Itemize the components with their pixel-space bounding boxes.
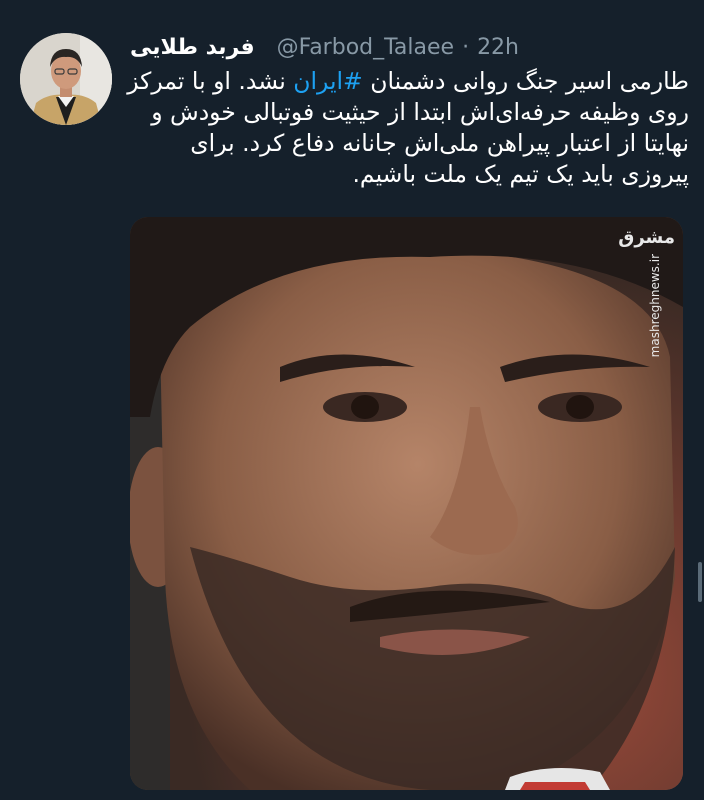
avatar-photo (20, 33, 112, 125)
watermark-url: mashreghnews.ir (648, 254, 662, 358)
watermark-logo: مشرق (618, 227, 675, 248)
hashtag-link[interactable]: #ایران (293, 67, 363, 95)
scrollbar[interactable] (698, 562, 702, 602)
avatar[interactable] (20, 33, 112, 125)
timestamp[interactable]: 22h (477, 35, 519, 60)
tweet-text-line-3: نهایتا از اعتبار پیراهن ملی‌اش جانانه دف… (190, 129, 689, 157)
tweet-text: طارمی اسیر جنگ روانی دشمنان #ایران نشد. … (120, 66, 689, 190)
text-segment: نشد. او با تمرکز (127, 67, 294, 95)
watermark: مشرق mashreghnews.ir (618, 227, 675, 358)
display-name[interactable]: فربد طلایی (130, 35, 255, 60)
tweet-header-name: فربد طلایی (130, 32, 265, 62)
tweet-header: @Farbod_Talaee · 22h (277, 32, 519, 62)
user-handle[interactable]: @Farbod_Talaee (277, 35, 455, 60)
tweet-text-line-4: پیروزی باید یک تیم یک ملت باشیم. (352, 160, 689, 188)
text-segment: طارمی اسیر جنگ روانی دشمنان (362, 67, 689, 95)
player-face-photo (130, 217, 683, 790)
separator-dot: · (462, 34, 470, 60)
tweet-text-line-1: طارمی اسیر جنگ روانی دشمنان #ایران نشد. … (120, 66, 689, 97)
tweet-media-image[interactable]: مشرق mashreghnews.ir (130, 217, 683, 790)
tweet[interactable]: @Farbod_Talaee · 22h فربد طلایی طارمی اس… (0, 0, 704, 800)
tweet-text-line-2: روی وظیفه حرفه‌ای‌اش ابتدا از حیثیت فوتب… (151, 98, 689, 126)
